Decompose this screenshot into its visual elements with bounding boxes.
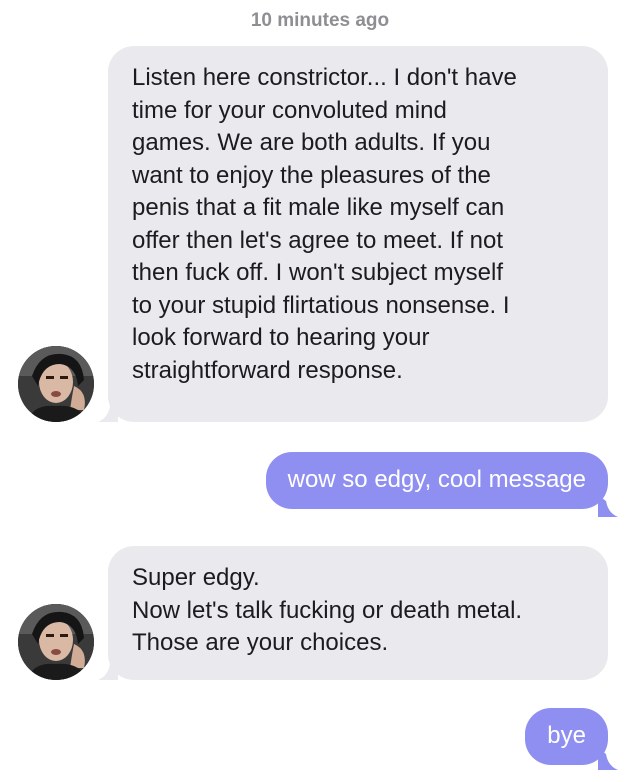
message-line: want to enjoy the pleasures of the (132, 161, 491, 189)
message-line: offer then let's agree to meet. If not (132, 226, 504, 254)
profile-photo-icon (18, 604, 94, 680)
message-line: Listen here constrictor... I don't have (132, 64, 517, 91)
bubble-tail (598, 748, 618, 770)
message-line: games. We are both adults. If you (132, 129, 491, 156)
message-line: look forward to hearing your (132, 324, 430, 351)
profile-photo-icon (18, 346, 94, 422)
message-line: bye (547, 722, 586, 749)
timestamp: 10 minutes ago (250, 10, 390, 31)
message-line: Now let's talk fucking or death metal. (132, 596, 523, 624)
bubble-tail (98, 658, 118, 680)
bubble-tail (98, 400, 118, 422)
message-line: penis that a fit male like myself can (132, 194, 505, 221)
bubble-tail (598, 495, 618, 517)
message-line: Super edgy. (132, 564, 260, 591)
incoming-message-bubble[interactable]: Listen here constrictor... I don't have … (108, 46, 608, 422)
message-line: then fuck off. I won't subject myself (132, 259, 503, 286)
message-line: time for your convoluted mind (132, 96, 447, 124)
message-line: wow so edgy, cool message (287, 466, 586, 493)
message-line: Those are your choices. (132, 629, 389, 656)
message-line: to your stupid flirtatious nonsense. I (132, 291, 510, 319)
avatar[interactable] (18, 346, 94, 422)
avatar[interactable] (18, 604, 94, 680)
outgoing-message-bubble[interactable]: bye (525, 708, 608, 765)
incoming-message-bubble[interactable]: Super edgy. Now let's talk fucking or de… (108, 546, 608, 680)
message-line: straightforward response. (132, 356, 403, 384)
outgoing-message-bubble[interactable]: wow so edgy, cool message (265, 452, 608, 509)
